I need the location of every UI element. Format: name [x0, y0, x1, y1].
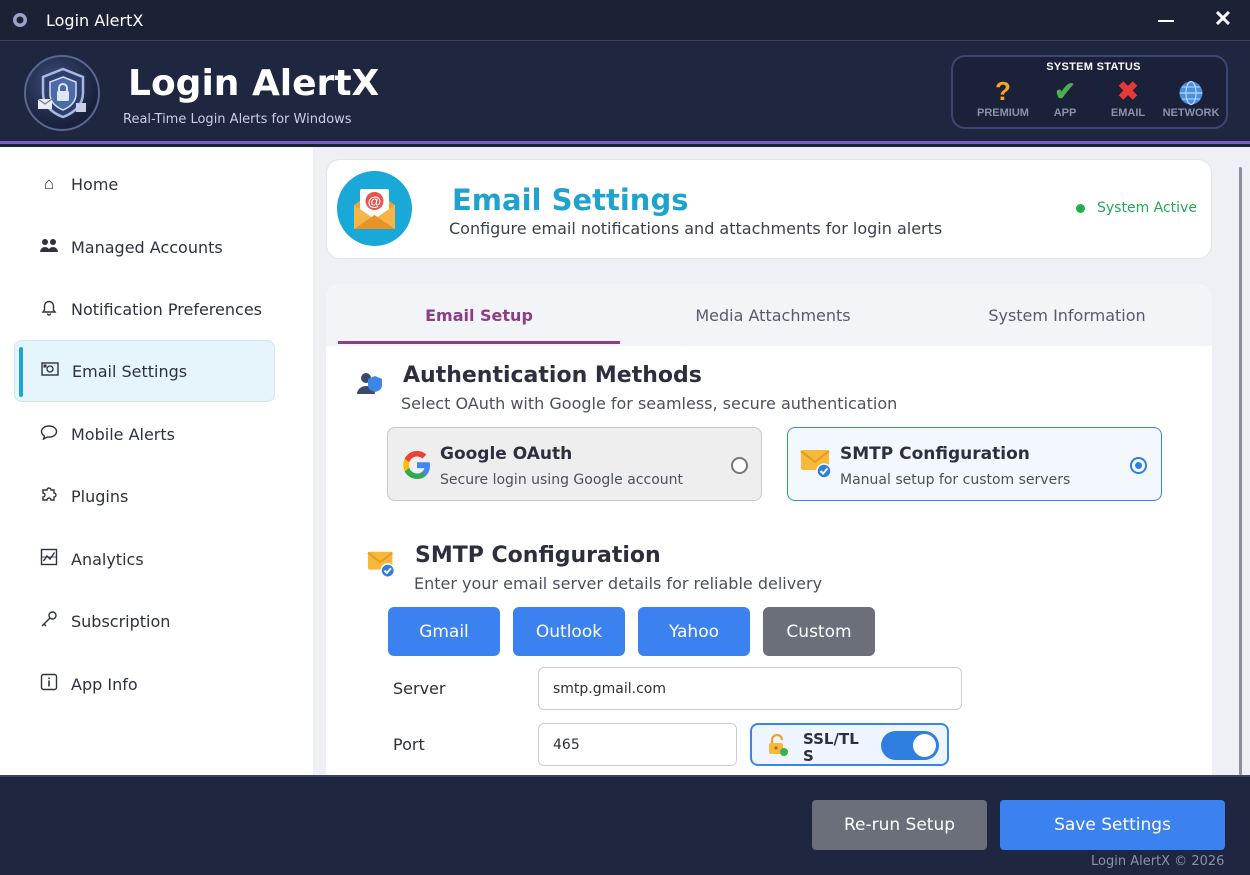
puzzle-icon: [38, 485, 60, 508]
google-icon: [403, 451, 430, 479]
smtp-radio[interactable]: [1130, 457, 1147, 474]
save-settings-button[interactable]: Save Settings: [1000, 800, 1225, 850]
smtp-config-title: SMTP Configuration: [415, 543, 661, 568]
sidebar-item-label: Mobile Alerts: [71, 424, 175, 444]
system-status-title: SYSTEM STATUS: [1046, 61, 1141, 73]
smtp-configuration-option[interactable]: SMTP Configuration Manual setup for cust…: [787, 427, 1162, 501]
status-app: ✔ APP: [1032, 75, 1098, 119]
status-label: PREMIUM: [977, 107, 1029, 119]
key-icon: [38, 610, 60, 633]
ssl-tls-control[interactable]: SSL/TLS: [750, 723, 949, 766]
x-icon: ✖: [1117, 76, 1139, 106]
status-email: ✖ EMAIL: [1095, 75, 1161, 119]
smtp-config-subtitle: Enter your email server details for reli…: [414, 574, 823, 593]
smtp-option-title: SMTP Configuration: [840, 444, 1030, 464]
copyright-text: Login AlertX © 2026: [1091, 854, 1225, 869]
chat-icon: [38, 424, 60, 445]
sidebar-item-label: Managed Accounts: [71, 237, 223, 257]
preset-custom-button[interactable]: Custom: [763, 607, 875, 656]
shield-logo-icon: [24, 55, 100, 131]
system-status-panel: SYSTEM STATUS ? PREMIUM ✔ APP ✖ EMAIL NE…: [951, 55, 1228, 129]
sidebar-item-subscription[interactable]: Subscription: [14, 590, 275, 652]
status-label: NETWORK: [1162, 107, 1220, 119]
email-icon: [39, 361, 61, 381]
sidebar-item-notification-preferences[interactable]: Notification Preferences: [14, 278, 275, 340]
close-button[interactable]: ✕: [1210, 6, 1236, 32]
tab-system-information[interactable]: System Information: [926, 306, 1208, 325]
vertical-scrollbar[interactable]: [1239, 167, 1242, 775]
sidebar: ⌂ Home Managed Accounts Notification Pre…: [0, 147, 313, 775]
status-label: EMAIL: [1110, 107, 1146, 119]
globe-icon: [1158, 75, 1224, 107]
tab-media-attachments[interactable]: Media Attachments: [632, 306, 914, 325]
sidebar-item-label: Plugins: [71, 486, 129, 506]
status-dot-icon: [1076, 204, 1085, 213]
minimize-button[interactable]: [1158, 20, 1174, 22]
title-bar: Login AlertX ✕: [0, 0, 1250, 41]
preset-yahoo-button[interactable]: Yahoo: [638, 607, 750, 656]
users-icon: [38, 237, 60, 257]
status-network: NETWORK: [1158, 75, 1224, 119]
google-oauth-radio[interactable]: [731, 457, 748, 474]
active-tab-indicator: [338, 341, 620, 344]
sidebar-item-mobile-alerts[interactable]: Mobile Alerts: [14, 403, 275, 465]
auth-methods-subtitle: Select OAuth with Google for seamless, s…: [401, 394, 898, 413]
email-check-icon: [800, 450, 832, 479]
page-title: Email Settings: [452, 183, 689, 217]
ssl-tls-toggle[interactable]: [881, 731, 939, 760]
google-oauth-subtitle: Secure login using Google account: [440, 472, 683, 488]
server-label: Server: [393, 679, 446, 698]
users-shield-icon: [357, 373, 382, 394]
port-label: Port: [393, 735, 425, 754]
auth-methods-title: Authentication Methods: [403, 363, 702, 388]
sidebar-item-email-settings[interactable]: Email Settings: [14, 340, 275, 402]
smtp-option-subtitle: Manual setup for custom servers: [840, 472, 1071, 488]
preset-outlook-button[interactable]: Outlook: [513, 607, 625, 656]
page-subtitle: Configure email notifications and attach…: [449, 219, 943, 238]
preset-gmail-button[interactable]: Gmail: [388, 607, 500, 656]
app-name: Login AlertX: [128, 63, 380, 104]
google-oauth-title: Google OAuth: [440, 444, 573, 464]
question-icon: ?: [995, 76, 1011, 106]
chart-icon: [38, 548, 60, 571]
sidebar-item-plugins[interactable]: Plugins: [14, 465, 275, 527]
rerun-setup-button[interactable]: Re-run Setup: [812, 800, 987, 850]
status-label: APP: [1053, 107, 1077, 119]
sidebar-item-label: Home: [71, 174, 119, 194]
ssl-tls-label: SSL/TLS: [803, 730, 859, 765]
status-premium: ? PREMIUM: [970, 75, 1036, 119]
sidebar-item-home[interactable]: ⌂ Home: [14, 153, 275, 215]
app-header: Login AlertX Real-Time Login Alerts for …: [0, 41, 1250, 144]
bell-icon: [38, 298, 60, 321]
port-input[interactable]: 465: [538, 723, 737, 766]
smtp-email-icon: [367, 551, 395, 578]
tab-email-setup[interactable]: Email Setup: [338, 306, 620, 325]
sidebar-item-label: App Info: [71, 674, 138, 694]
sidebar-item-label: Email Settings: [72, 361, 188, 381]
sidebar-item-label: Notification Preferences: [71, 299, 262, 319]
server-input[interactable]: smtp.gmail.com: [538, 667, 962, 710]
home-icon: ⌂: [43, 174, 55, 193]
system-active-status: System Active: [1097, 200, 1197, 216]
sidebar-item-app-info[interactable]: App Info: [14, 653, 275, 715]
window-title: Login AlertX: [46, 10, 144, 30]
app-tagline: Real-Time Login Alerts for Windows: [123, 112, 352, 127]
svg-text:@: @: [368, 193, 382, 209]
sidebar-item-managed-accounts[interactable]: Managed Accounts: [14, 216, 275, 278]
app-icon: [13, 13, 27, 27]
check-icon: ✔: [1054, 76, 1076, 106]
google-oauth-option[interactable]: Google OAuth Secure login using Google a…: [387, 427, 762, 501]
info-icon: [38, 673, 60, 696]
sidebar-item-label: Subscription: [71, 611, 171, 631]
lock-icon: [769, 733, 788, 756]
sidebar-item-analytics[interactable]: Analytics: [14, 528, 275, 590]
email-at-icon: @: [337, 171, 412, 246]
sidebar-item-label: Analytics: [71, 549, 144, 569]
